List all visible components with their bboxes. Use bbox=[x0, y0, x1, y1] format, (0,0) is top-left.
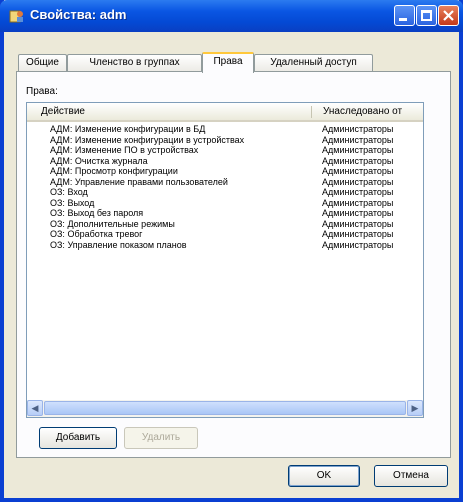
list-item[interactable]: ОЗ: Вход Администраторы bbox=[27, 187, 423, 198]
tab-general[interactable]: Общие bbox=[18, 54, 67, 71]
rights-label: Права: bbox=[26, 86, 58, 97]
chevron-right-icon: ▶ bbox=[411, 403, 419, 413]
window-title: Свойства: adm bbox=[30, 7, 127, 22]
action-cell: АДМ: Изменение конфигурации в БД bbox=[50, 124, 206, 134]
close-icon bbox=[443, 10, 454, 21]
list-item[interactable]: АДМ: Изменение ПО в устройствах Администр… bbox=[27, 145, 423, 156]
action-cell: АДМ: Изменение ПО в устройствах bbox=[50, 145, 199, 155]
list-item[interactable]: ОЗ: Дополнительные режимы Администраторы bbox=[27, 219, 423, 230]
inherited-cell: Администраторы bbox=[322, 229, 394, 239]
action-cell: АДМ: Изменение конфигурации в устройства… bbox=[50, 134, 245, 145]
list-item[interactable]: ОЗ: Обработка тревог Администраторы bbox=[27, 229, 423, 240]
horizontal-scrollbar[interactable]: ◀ ▶ bbox=[27, 400, 423, 417]
inherited-cell: Администраторы bbox=[322, 145, 394, 155]
cancel-button[interactable]: Отмена bbox=[374, 465, 448, 487]
inherited-cell: Администраторы bbox=[322, 239, 394, 250]
inherited-cell: Администраторы bbox=[322, 197, 394, 208]
scroll-right-button[interactable]: ▶ bbox=[407, 400, 423, 416]
users-properties-icon bbox=[9, 10, 23, 23]
inherited-cell: Администраторы bbox=[322, 155, 394, 166]
list-item[interactable]: АДМ: Изменение конфигурации в БД Админист… bbox=[27, 124, 423, 135]
inherited-cell: Администраторы bbox=[322, 124, 394, 134]
rights-list[interactable]: Действие Унаследовано от АДМ: Изменение … bbox=[26, 102, 424, 418]
properties-dialog: Свойства: adm Общие Членство в группах П… bbox=[0, 0, 463, 502]
list-body: АДМ: Изменение конфигурации в БД Админист… bbox=[27, 124, 423, 250]
action-cell: ОЗ: Обработка тревог bbox=[50, 229, 143, 239]
inherited-cell: Администраторы bbox=[322, 176, 394, 187]
inherited-cell: Администраторы bbox=[322, 166, 394, 176]
action-cell: ОЗ: Выход без пароля bbox=[50, 208, 144, 218]
list-item[interactable]: АДМ: Изменение конфигурации в устройства… bbox=[27, 135, 423, 146]
minimize-button[interactable] bbox=[394, 5, 415, 26]
close-button[interactable] bbox=[438, 5, 459, 26]
chevron-left-icon: ◀ bbox=[31, 403, 39, 413]
minimize-icon bbox=[399, 18, 407, 21]
list-item[interactable]: АДМ: Управление правами пользователей Адм… bbox=[27, 177, 423, 188]
inherited-cell: Администраторы bbox=[322, 218, 394, 229]
add-button[interactable]: Добавить bbox=[39, 427, 117, 449]
delete-button[interactable]: Удалить bbox=[124, 427, 198, 449]
action-cell: ОЗ: Дополнительные режимы bbox=[50, 218, 175, 229]
list-item[interactable]: ОЗ: Выход без пароля Администраторы bbox=[27, 208, 423, 219]
maximize-icon bbox=[421, 10, 432, 21]
inherited-cell: Администраторы bbox=[322, 134, 394, 145]
list-item[interactable]: АДМ: Очистка журнала Администраторы bbox=[27, 156, 423, 167]
list-item[interactable]: ОЗ: Управление показом планов Администрат… bbox=[27, 240, 423, 251]
list-item[interactable]: ОЗ: Выход Администраторы bbox=[27, 198, 423, 209]
action-cell: АДМ: Просмотр конфигурации bbox=[50, 166, 178, 176]
tab-rights[interactable]: Права bbox=[202, 52, 254, 73]
column-divider[interactable] bbox=[311, 106, 312, 118]
inherited-cell: Администраторы bbox=[322, 208, 394, 218]
scroll-left-button[interactable]: ◀ bbox=[27, 400, 43, 416]
action-cell: АДМ: Очистка журнала bbox=[50, 155, 148, 166]
title-bar[interactable]: Свойства: adm bbox=[0, 0, 463, 32]
tab-remote-access[interactable]: Удаленный доступ bbox=[254, 54, 373, 71]
action-cell: ОЗ: Вход bbox=[50, 187, 88, 197]
inherited-cell: Администраторы bbox=[322, 187, 394, 197]
column-header-action[interactable]: Действие bbox=[41, 106, 85, 117]
ok-button[interactable]: OK bbox=[288, 465, 360, 487]
tab-group-membership[interactable]: Членство в группах bbox=[67, 54, 202, 71]
maximize-button[interactable] bbox=[416, 5, 437, 26]
list-item[interactable]: АДМ: Просмотр конфигурации Администраторы bbox=[27, 166, 423, 177]
scroll-thumb[interactable] bbox=[44, 401, 406, 415]
list-header: Действие Унаследовано от bbox=[27, 103, 423, 122]
action-cell: АДМ: Управление правами пользователей bbox=[50, 176, 228, 187]
action-cell: ОЗ: Выход bbox=[50, 197, 95, 208]
column-header-inherited[interactable]: Унаследовано от bbox=[323, 106, 402, 117]
action-cell: ОЗ: Управление показом планов bbox=[50, 239, 187, 250]
